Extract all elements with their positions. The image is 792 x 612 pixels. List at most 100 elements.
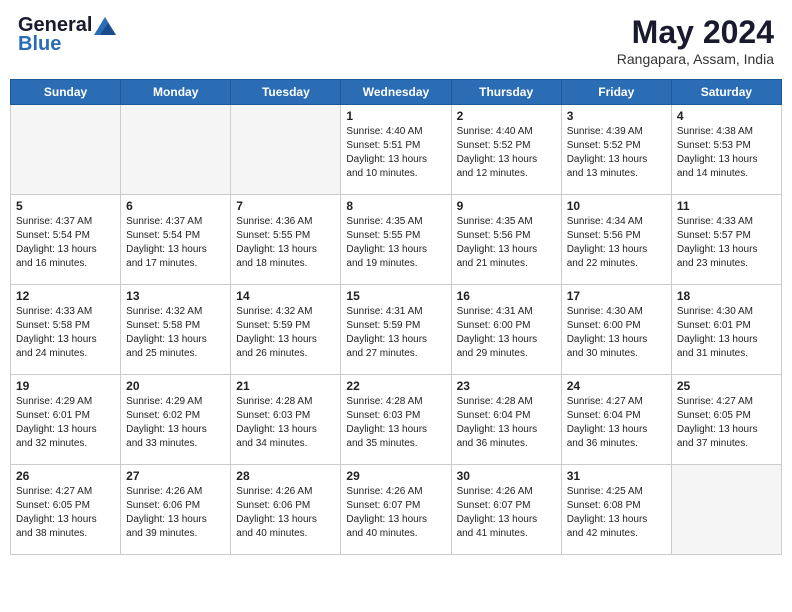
calendar-cell: 30 Sunrise: 4:26 AM Sunset: 6:07 PM Dayli… <box>451 465 561 555</box>
calendar-cell: 26 Sunrise: 4:27 AM Sunset: 6:05 PM Dayli… <box>11 465 121 555</box>
calendar-cell <box>11 105 121 195</box>
calendar-cell: 21 Sunrise: 4:28 AM Sunset: 6:03 PM Dayli… <box>231 375 341 465</box>
day-number: 25 <box>677 379 776 393</box>
day-number: 5 <box>16 199 115 213</box>
cell-info: Sunrise: 4:37 AM Sunset: 5:54 PM Dayligh… <box>16 215 115 271</box>
calendar-cell: 25Sunrise: 4:27 AM Sunset: 6:05 PM Dayli… <box>671 375 781 465</box>
cell-info: Sunrise: 4:36 AM Sunset: 5:55 PM Dayligh… <box>236 215 335 271</box>
day-number: 4 <box>677 109 776 123</box>
calendar-cell: 29 Sunrise: 4:26 AM Sunset: 6:07 PM Dayli… <box>341 465 451 555</box>
calendar-week-row: 12 Sunrise: 4:33 AM Sunset: 5:58 PM Dayli… <box>11 285 782 375</box>
calendar-cell <box>121 105 231 195</box>
calendar-week-row: 26 Sunrise: 4:27 AM Sunset: 6:05 PM Dayli… <box>11 465 782 555</box>
day-number: 31 <box>567 469 666 483</box>
calendar-cell: 5 Sunrise: 4:37 AM Sunset: 5:54 PM Daylig… <box>11 195 121 285</box>
weekday-header-cell: Monday <box>121 80 231 105</box>
calendar-cell: 7 Sunrise: 4:36 AM Sunset: 5:55 PM Daylig… <box>231 195 341 285</box>
calendar-cell: 18 Sunrise: 4:30 AM Sunset: 6:01 PM Dayli… <box>671 285 781 375</box>
location: Rangapara, Assam, India <box>617 51 774 67</box>
logo: General Blue <box>18 14 116 56</box>
calendar-cell: 12 Sunrise: 4:33 AM Sunset: 5:58 PM Dayli… <box>11 285 121 375</box>
calendar-cell: 10 Sunrise: 4:34 AM Sunset: 5:56 PM Dayli… <box>561 195 671 285</box>
calendar-cell: 11 Sunrise: 4:33 AM Sunset: 5:57 PM Dayli… <box>671 195 781 285</box>
cell-info: Sunrise: 4:28 AM Sunset: 6:03 PM Dayligh… <box>346 395 445 451</box>
calendar-table: SundayMondayTuesdayWednesdayThursdayFrid… <box>10 79 782 555</box>
cell-info: Sunrise: 4:33 AM Sunset: 5:57 PM Dayligh… <box>677 215 776 271</box>
weekday-header-cell: Thursday <box>451 80 561 105</box>
cell-info: Sunrise: 4:40 AM Sunset: 5:52 PM Dayligh… <box>457 125 556 181</box>
cell-info: Sunrise: 4:30 AM Sunset: 6:00 PM Dayligh… <box>567 305 666 361</box>
cell-info: Sunrise: 4:26 AM Sunset: 6:06 PM Dayligh… <box>236 485 335 541</box>
calendar-cell: 2 Sunrise: 4:40 AM Sunset: 5:52 PM Daylig… <box>451 105 561 195</box>
cell-info: Sunrise: 4:31 AM Sunset: 5:59 PM Dayligh… <box>346 305 445 361</box>
calendar-cell: 17 Sunrise: 4:30 AM Sunset: 6:00 PM Dayli… <box>561 285 671 375</box>
day-number: 30 <box>457 469 556 483</box>
weekday-header-cell: Friday <box>561 80 671 105</box>
cell-info: Sunrise: 4:29 AM Sunset: 6:02 PM Dayligh… <box>126 395 225 451</box>
cell-info: Sunrise: 4:27 AM Sunset: 6:05 PM Dayligh… <box>16 485 115 541</box>
calendar-week-row: 5 Sunrise: 4:37 AM Sunset: 5:54 PM Daylig… <box>11 195 782 285</box>
calendar-week-row: 1Sunrise: 4:40 AM Sunset: 5:51 PM Daylig… <box>11 105 782 195</box>
calendar-cell: 15 Sunrise: 4:31 AM Sunset: 5:59 PM Dayli… <box>341 285 451 375</box>
calendar-cell: 28 Sunrise: 4:26 AM Sunset: 6:06 PM Dayli… <box>231 465 341 555</box>
day-number: 11 <box>677 199 776 213</box>
day-number: 28 <box>236 469 335 483</box>
cell-info: Sunrise: 4:30 AM Sunset: 6:01 PM Dayligh… <box>677 305 776 361</box>
calendar-cell: 13Sunrise: 4:32 AM Sunset: 5:58 PM Dayli… <box>121 285 231 375</box>
day-number: 21 <box>236 379 335 393</box>
day-number: 8 <box>346 199 445 213</box>
calendar-cell: 20 Sunrise: 4:29 AM Sunset: 6:02 PM Dayli… <box>121 375 231 465</box>
month-year: May 2024 <box>617 14 774 51</box>
weekday-header-cell: Sunday <box>11 80 121 105</box>
title-block: May 2024 Rangapara, Assam, India <box>617 14 774 67</box>
day-number: 26 <box>16 469 115 483</box>
cell-info: Sunrise: 4:37 AM Sunset: 5:54 PM Dayligh… <box>126 215 225 271</box>
calendar-cell: 23 Sunrise: 4:28 AM Sunset: 6:04 PM Dayli… <box>451 375 561 465</box>
calendar-cell: 8 Sunrise: 4:35 AM Sunset: 5:55 PM Daylig… <box>341 195 451 285</box>
day-number: 14 <box>236 289 335 303</box>
cell-info: Sunrise: 4:26 AM Sunset: 6:07 PM Dayligh… <box>346 485 445 541</box>
weekday-header: SundayMondayTuesdayWednesdayThursdayFrid… <box>11 80 782 105</box>
logo-blue-text: Blue <box>18 33 61 56</box>
day-number: 6 <box>126 199 225 213</box>
day-number: 19 <box>16 379 115 393</box>
day-number: 2 <box>457 109 556 123</box>
calendar-cell: 4 Sunrise: 4:38 AM Sunset: 5:53 PM Daylig… <box>671 105 781 195</box>
day-number: 17 <box>567 289 666 303</box>
day-number: 20 <box>126 379 225 393</box>
day-number: 13 <box>126 289 225 303</box>
cell-info: Sunrise: 4:28 AM Sunset: 6:04 PM Dayligh… <box>457 395 556 451</box>
cell-info: Sunrise: 4:35 AM Sunset: 5:55 PM Dayligh… <box>346 215 445 271</box>
calendar-cell <box>671 465 781 555</box>
cell-info: Sunrise: 4:35 AM Sunset: 5:56 PM Dayligh… <box>457 215 556 271</box>
day-number: 29 <box>346 469 445 483</box>
cell-info: Sunrise: 4:26 AM Sunset: 6:07 PM Dayligh… <box>457 485 556 541</box>
cell-info: Sunrise: 4:33 AM Sunset: 5:58 PM Dayligh… <box>16 305 115 361</box>
day-number: 9 <box>457 199 556 213</box>
cell-info: Sunrise: 4:28 AM Sunset: 6:03 PM Dayligh… <box>236 395 335 451</box>
day-number: 12 <box>16 289 115 303</box>
cell-info: Sunrise: 4:34 AM Sunset: 5:56 PM Dayligh… <box>567 215 666 271</box>
day-number: 27 <box>126 469 225 483</box>
day-number: 15 <box>346 289 445 303</box>
calendar-cell: 19Sunrise: 4:29 AM Sunset: 6:01 PM Dayli… <box>11 375 121 465</box>
calendar-cell: 22Sunrise: 4:28 AM Sunset: 6:03 PM Dayli… <box>341 375 451 465</box>
day-number: 18 <box>677 289 776 303</box>
weekday-header-cell: Tuesday <box>231 80 341 105</box>
cell-info: Sunrise: 4:25 AM Sunset: 6:08 PM Dayligh… <box>567 485 666 541</box>
cell-info: Sunrise: 4:26 AM Sunset: 6:06 PM Dayligh… <box>126 485 225 541</box>
day-number: 23 <box>457 379 556 393</box>
calendar-body: 1Sunrise: 4:40 AM Sunset: 5:51 PM Daylig… <box>11 105 782 555</box>
cell-info: Sunrise: 4:27 AM Sunset: 6:04 PM Dayligh… <box>567 395 666 451</box>
day-number: 3 <box>567 109 666 123</box>
calendar-cell: 14Sunrise: 4:32 AM Sunset: 5:59 PM Dayli… <box>231 285 341 375</box>
cell-info: Sunrise: 4:38 AM Sunset: 5:53 PM Dayligh… <box>677 125 776 181</box>
weekday-header-cell: Wednesday <box>341 80 451 105</box>
calendar-week-row: 19Sunrise: 4:29 AM Sunset: 6:01 PM Dayli… <box>11 375 782 465</box>
calendar-cell: 31 Sunrise: 4:25 AM Sunset: 6:08 PM Dayli… <box>561 465 671 555</box>
day-number: 10 <box>567 199 666 213</box>
calendar-cell: 9 Sunrise: 4:35 AM Sunset: 5:56 PM Daylig… <box>451 195 561 285</box>
day-number: 1 <box>346 109 445 123</box>
day-number: 7 <box>236 199 335 213</box>
cell-info: Sunrise: 4:39 AM Sunset: 5:52 PM Dayligh… <box>567 125 666 181</box>
